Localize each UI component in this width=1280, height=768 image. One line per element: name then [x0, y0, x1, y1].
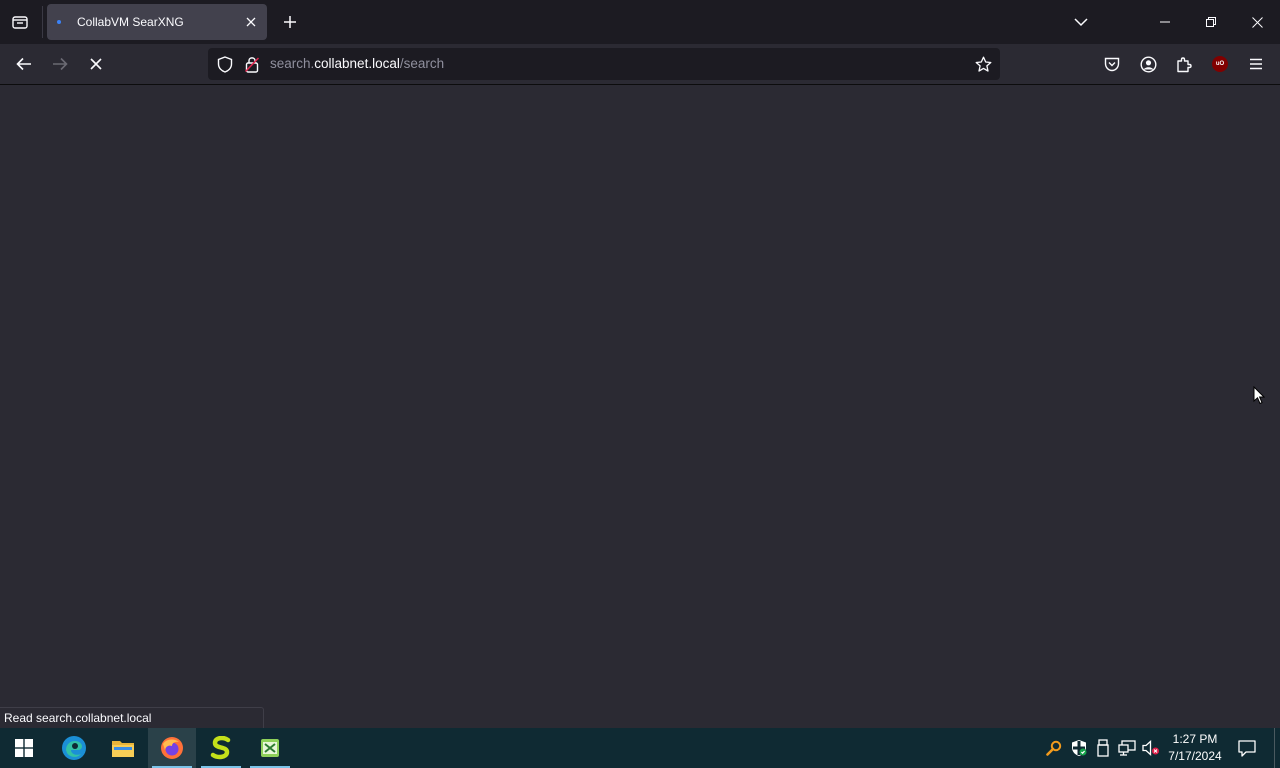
clock-time: 1:27 PM	[1172, 732, 1218, 746]
start-button[interactable]	[0, 728, 48, 768]
tab-favicon-icon	[57, 20, 61, 24]
show-desktop-button[interactable]	[1274, 728, 1276, 768]
nav-toolbar: search.collabnet.local/search uO	[0, 44, 1280, 85]
puzzle-icon[interactable]	[1168, 48, 1200, 80]
new-tab-button[interactable]	[274, 6, 306, 38]
hamburger-icon[interactable]	[1240, 48, 1272, 80]
taskbar: 1:27 PM 7/17/2024	[0, 728, 1280, 768]
minimize-button[interactable]	[1142, 0, 1188, 44]
usb-eject-icon[interactable]	[1093, 738, 1113, 758]
magnifier-icon[interactable]	[1044, 738, 1064, 758]
url-domain: collabnet.local	[314, 56, 400, 71]
volume-muted-icon[interactable]	[1141, 738, 1161, 758]
url-prefix: search.	[270, 56, 315, 71]
account-icon[interactable]	[1132, 48, 1164, 80]
url-text[interactable]: search.collabnet.local/search	[270, 56, 444, 71]
mouse-cursor-icon	[1253, 385, 1266, 410]
clock-date: 7/17/2024	[1168, 749, 1222, 763]
arrow-left-icon	[16, 57, 31, 71]
restore-button[interactable]	[1188, 0, 1234, 44]
ublock-icon: uO	[1212, 56, 1228, 72]
window-close-button[interactable]	[1234, 0, 1280, 44]
windows-logo-icon	[15, 739, 33, 757]
app-s-icon[interactable]	[197, 728, 245, 768]
arrow-right-icon	[53, 57, 68, 71]
plus-icon	[284, 16, 296, 28]
tab-title: CollabVM SearXNG	[77, 15, 184, 29]
stop-icon	[90, 58, 102, 70]
tab-separator	[42, 6, 43, 38]
notification-center-icon[interactable]	[1232, 736, 1262, 760]
edge-icon[interactable]	[50, 728, 98, 768]
star-icon[interactable]	[972, 53, 994, 75]
firefox-icon[interactable]	[148, 728, 196, 768]
shield-icon[interactable]	[214, 53, 236, 75]
forward-button[interactable]	[44, 48, 76, 80]
network-icon[interactable]	[1117, 738, 1137, 758]
system-clock[interactable]: 1:27 PM 7/17/2024	[1162, 731, 1228, 765]
tab-list-icon[interactable]	[0, 4, 40, 40]
back-button[interactable]	[8, 48, 40, 80]
ublock-button[interactable]: uO	[1204, 48, 1236, 80]
security-shield-icon[interactable]	[1069, 738, 1089, 758]
status-panel: Read search.collabnet.local	[0, 707, 264, 728]
tab-strip: CollabVM SearXNG	[0, 0, 1280, 44]
url-path: /search	[399, 56, 445, 71]
screen: CollabVM SearXNG search.collabnet.local/…	[0, 0, 1280, 768]
file-explorer-icon[interactable]	[99, 728, 147, 768]
chevron-down-icon	[1074, 18, 1088, 27]
tab-active[interactable]: CollabVM SearXNG	[47, 4, 267, 40]
list-all-tabs-button[interactable]	[1064, 6, 1098, 38]
lock-icon[interactable]	[241, 53, 263, 75]
stop-button[interactable]	[80, 48, 112, 80]
app-x-icon[interactable]	[246, 728, 294, 768]
url-bar[interactable]: search.collabnet.local/search	[208, 48, 1000, 80]
pocket-icon[interactable]	[1096, 48, 1128, 80]
page-content[interactable]	[0, 85, 1280, 728]
close-icon[interactable]	[239, 10, 263, 34]
